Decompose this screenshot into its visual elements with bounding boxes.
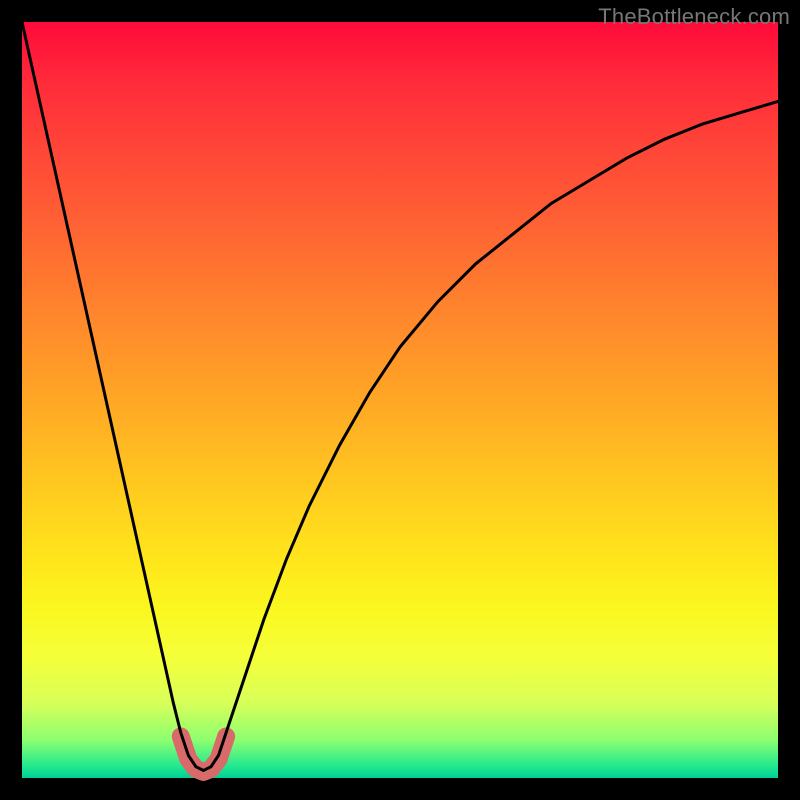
left-curve (22, 22, 203, 770)
chart-plot-area (22, 22, 778, 778)
watermark-text: TheBottleneck.com (598, 4, 790, 30)
right-curve (203, 101, 778, 770)
chart-frame: TheBottleneck.com (0, 0, 800, 800)
chart-svg (22, 22, 778, 778)
